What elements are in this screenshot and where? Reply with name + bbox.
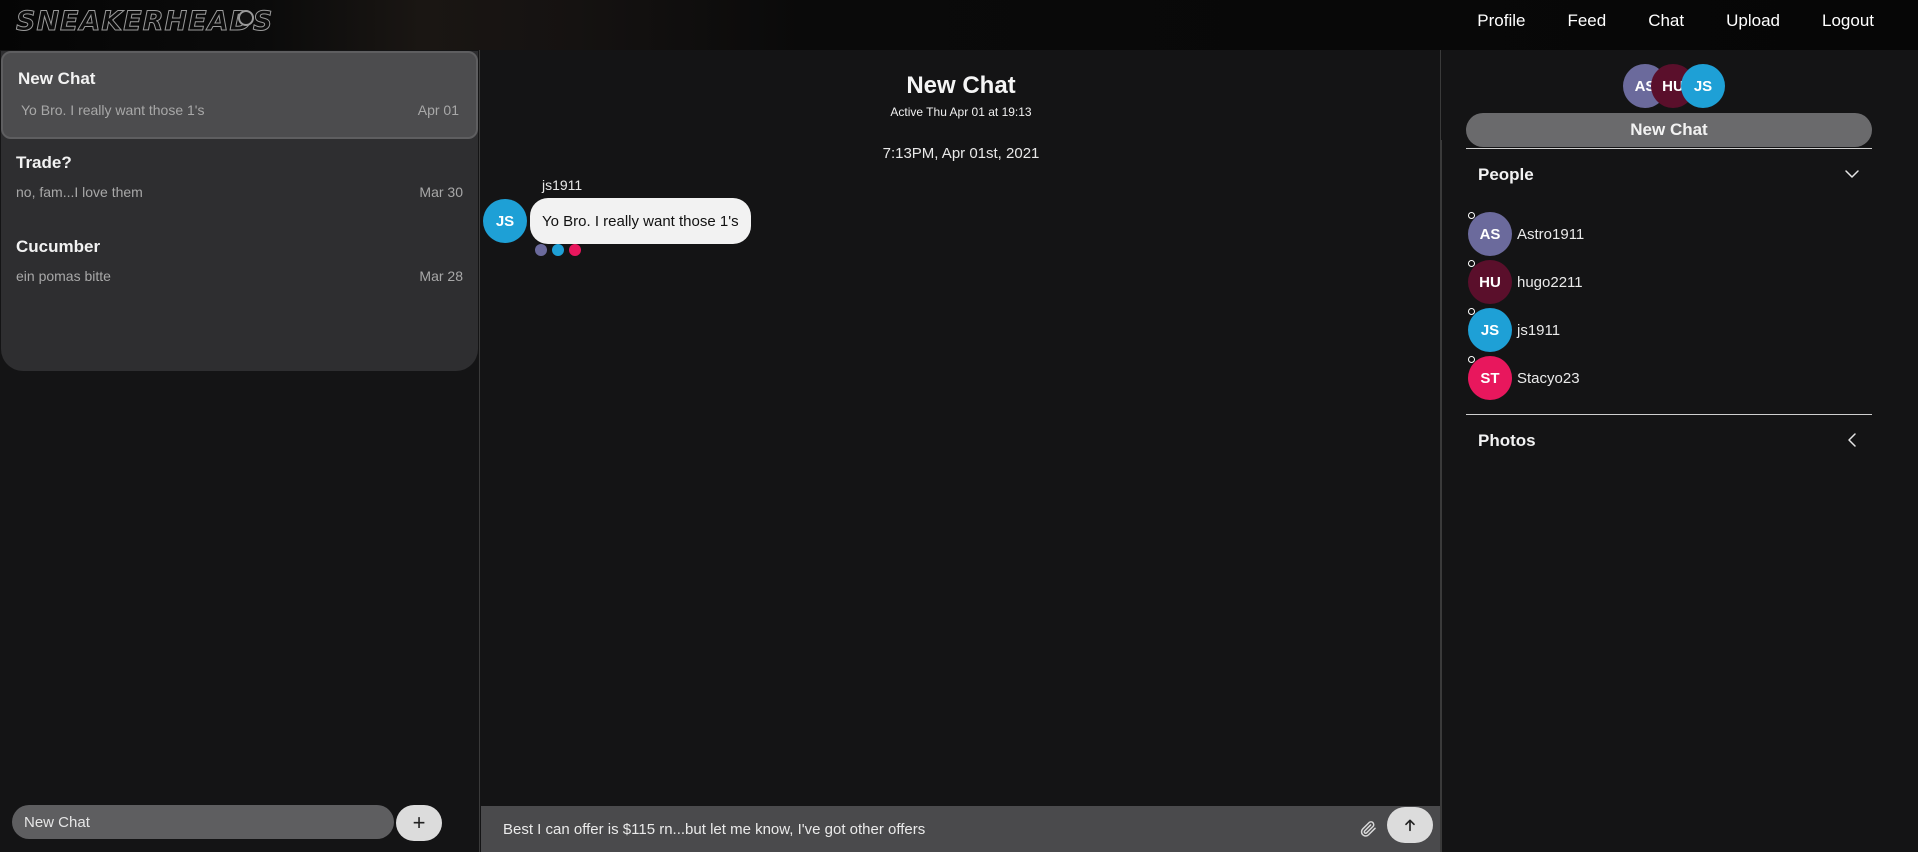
new-chat-form: +	[12, 805, 472, 841]
arrow-up-icon	[1405, 819, 1415, 832]
person-name: hugo2211	[1517, 274, 1583, 291]
conversation-item-new-chat[interactable]: New Chat Yo Bro. I really want those 1's…	[1, 51, 478, 139]
chat-title: New Chat	[906, 72, 1016, 99]
main-nav: Profile Feed Chat Upload Logout	[1456, 0, 1918, 42]
message-composer	[481, 806, 1441, 852]
nav-upload[interactable]: Upload	[1726, 11, 1780, 31]
photos-section-title[interactable]: Photos	[1478, 431, 1536, 451]
conversation-title: Trade?	[16, 153, 72, 172]
avatar[interactable]: JS	[483, 199, 527, 243]
chevron-left-icon[interactable]	[1844, 432, 1860, 448]
person-js1911[interactable]: JS js1911	[1466, 308, 1872, 354]
avatar: HU	[1468, 260, 1512, 304]
avatar: ST	[1468, 356, 1512, 400]
conversation-preview: ein pomas bitte	[16, 268, 111, 284]
chat-details-panel: AS HU JS New Chat People AS Astro1911 HU…	[1440, 50, 1918, 852]
conversation-date: Mar 30	[419, 184, 463, 200]
people-section: People AS Astro1911 HU hugo2211 JS js191…	[1466, 148, 1872, 400]
conversation-preview: no, fam...I love them	[16, 184, 143, 200]
person-name: js1911	[1517, 322, 1561, 339]
person-stacyo23[interactable]: ST Stacyo23	[1466, 356, 1872, 402]
new-chat-button[interactable]: New Chat	[1466, 113, 1872, 147]
conversation-title: New Chat	[18, 69, 96, 88]
divider	[1440, 140, 1442, 852]
read-receipt-dot	[569, 244, 581, 256]
message-bubble: Yo Bro. I really want those 1's	[530, 198, 751, 244]
presence-indicator	[1468, 356, 1475, 363]
nav-chat[interactable]: Chat	[1648, 11, 1684, 31]
basketball-icon	[238, 10, 254, 26]
message-input[interactable]	[503, 806, 1313, 852]
conversation-preview: Yo Bro. I really want those 1's	[21, 102, 205, 118]
photos-section: Photos	[1466, 414, 1872, 474]
send-button[interactable]	[1387, 807, 1433, 843]
conversation-list: New Chat Yo Bro. I really want those 1's…	[1, 51, 478, 371]
presence-indicator	[1468, 212, 1475, 219]
presence-indicator	[1468, 260, 1475, 267]
chat-active-status: Active Thu Apr 01 at 19:13	[890, 105, 1032, 119]
avatar: JS	[1681, 64, 1725, 108]
presence-indicator	[1468, 308, 1475, 315]
read-receipts	[535, 244, 586, 256]
person-hugo2211[interactable]: HU hugo2211	[1466, 260, 1872, 306]
chevron-down-icon[interactable]	[1844, 166, 1860, 182]
group-avatars: AS HU JS	[1623, 64, 1733, 110]
nav-profile[interactable]: Profile	[1477, 11, 1525, 31]
conversation-sidebar: New Chat Yo Bro. I really want those 1's…	[0, 50, 480, 852]
add-chat-button[interactable]: +	[396, 805, 442, 841]
people-section-title[interactable]: People	[1478, 165, 1534, 185]
person-name: Stacyo23	[1517, 370, 1580, 387]
person-name: Astro1911	[1517, 226, 1585, 243]
read-receipt-dot	[535, 244, 547, 256]
conversation-title: Cucumber	[16, 237, 101, 256]
paperclip-icon[interactable]	[1359, 820, 1377, 838]
message-sender: js1911	[542, 177, 583, 193]
new-chat-name-input[interactable]	[12, 805, 394, 839]
conversation-date: Apr 01	[417, 102, 459, 118]
avatar: JS	[1468, 308, 1512, 352]
conversation-item-trade[interactable]: Trade? no, fam...I love them Mar 30	[1, 137, 478, 221]
read-receipt-dot	[552, 244, 564, 256]
brand-logo[interactable]: SNEAKERHEADS	[15, 6, 273, 38]
chat-window: New Chat Active Thu Apr 01 at 19:13 7:13…	[481, 50, 1441, 852]
conversation-date: Mar 28	[419, 268, 463, 284]
nav-logout[interactable]: Logout	[1822, 11, 1874, 31]
nav-feed[interactable]: Feed	[1567, 11, 1606, 31]
top-navbar: SNEAKERHEADS Profile Feed Chat Upload Lo…	[0, 0, 1918, 50]
avatar: AS	[1468, 212, 1512, 256]
person-astro1911[interactable]: AS Astro1911	[1466, 212, 1872, 258]
message-timestamp: 7:13PM, Apr 01st, 2021	[882, 145, 1040, 162]
conversation-item-cucumber[interactable]: Cucumber ein pomas bitte Mar 28	[1, 221, 478, 305]
